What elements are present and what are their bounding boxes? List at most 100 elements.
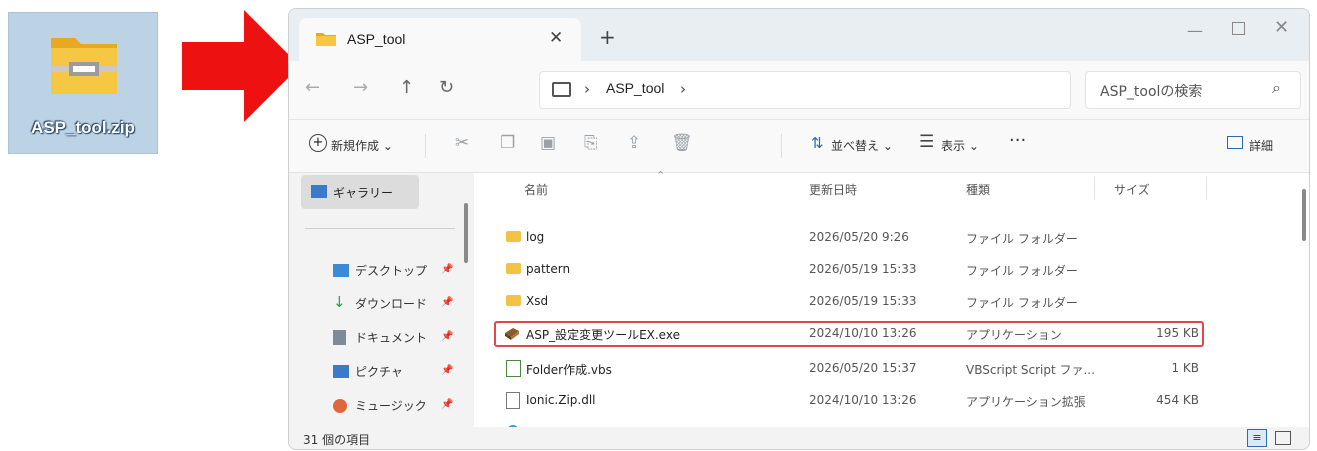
dll-icon [506, 392, 520, 409]
sort-ascending-icon: ⌃ [656, 169, 666, 182]
search-placeholder: ASP_toolの検索 [1100, 84, 1203, 100]
tab-asp-tool[interactable]: ASP_tool ✕ [299, 18, 581, 61]
search-icon: ⌕ [1272, 78, 1281, 97]
details-view-icon[interactable]: ≡ [1247, 429, 1267, 447]
sidebar-item-downloads[interactable]: ダウンロード [355, 295, 427, 312]
pictures-icon [333, 365, 349, 378]
column-header-name[interactable]: 名前 [524, 181, 548, 198]
details-pane-icon[interactable] [1227, 136, 1243, 149]
script-icon [506, 360, 521, 377]
sort-icon[interactable]: ⇅ [811, 134, 824, 152]
gallery-icon [311, 185, 327, 198]
file-type: VBScript Script ファ... [966, 363, 1095, 377]
file-date: 2024/10/10 13:26 [809, 326, 917, 340]
share-icon[interactable]: ⇪ [627, 133, 641, 153]
sort-button[interactable]: 並べ替え ⌄ [831, 137, 893, 154]
file-list: ⌃ 名前 更新日時 種類 サイズ log 2026/05/20 9:26 ファイ… [474, 169, 1309, 435]
back-icon[interactable]: ← [305, 77, 320, 98]
file-type: アプリケーション [966, 328, 1062, 342]
tiles-view-icon[interactable] [1275, 431, 1291, 445]
chevron-right-icon[interactable]: › [584, 80, 590, 98]
column-divider [1094, 177, 1095, 199]
copy-icon[interactable]: ❐ [500, 133, 515, 153]
minimize-icon[interactable]: — [1187, 21, 1203, 40]
sidebar-item-gallery[interactable]: ギャラリー [301, 175, 419, 209]
red-arrow-icon [182, 10, 300, 122]
new-tab-icon[interactable]: + [599, 25, 616, 49]
maximize-icon[interactable] [1232, 22, 1245, 35]
command-bar: + 新規作成 ⌄ ✂ ❐ ▣ ⎘ ⇪ 🗑 ⇅ 並べ替え ⌄ ☰ 表示 ⌄ ···… [289, 119, 1309, 173]
nav-scrollbar[interactable] [464, 203, 468, 263]
folder-icon [506, 231, 521, 242]
tab-close-icon[interactable]: ✕ [549, 28, 563, 48]
new-button[interactable]: 新規作成 ⌄ [331, 137, 393, 154]
address-field[interactable]: › ASP_tool › [539, 71, 1071, 109]
refresh-icon[interactable]: ↻ [439, 77, 454, 98]
file-date: 2026/05/20 15:37 [809, 361, 917, 375]
music-icon [333, 399, 347, 413]
folder-icon [506, 295, 521, 306]
sidebar-item-desktop[interactable]: デスクトップ [355, 262, 427, 279]
tab-label: ASP_tool [347, 31, 406, 47]
column-header-size[interactable]: サイズ [1114, 181, 1150, 198]
sidebar-item-music[interactable]: ミュージック [355, 397, 427, 414]
title-bar: ASP_tool ✕ + — ✕ [289, 9, 1309, 61]
file-explorer-window: ASP_tool ✕ + — ✕ ← → ↑ ↻ › ASP_tool › AS… [288, 8, 1310, 450]
file-type: ファイル フォルダー [966, 232, 1078, 246]
forward-icon[interactable]: → [353, 77, 368, 98]
delete-icon[interactable]: 🗑 [671, 133, 693, 153]
column-divider [1206, 177, 1207, 199]
file-size: 195 KB [1156, 326, 1199, 340]
item-count: 31 個の項目 [303, 433, 371, 447]
this-pc-icon [552, 82, 571, 97]
file-name: Folder作成.vbs [526, 363, 612, 377]
details-button[interactable]: 詳細 [1249, 137, 1273, 154]
paste-icon[interactable]: ▣ [540, 133, 556, 153]
rename-icon[interactable]: ⎘ [584, 133, 598, 153]
file-type: ファイル フォルダー [966, 264, 1078, 278]
file-size: 454 KB [1156, 393, 1199, 407]
desktop-icon [333, 264, 349, 277]
sidebar-item-pictures[interactable]: ピクチャ [355, 363, 403, 380]
sidebar-item-documents[interactable]: ドキュメント [355, 329, 427, 346]
status-bar: 31 個の項目 ≡ [289, 427, 1309, 449]
view-icon[interactable]: ☰ [919, 132, 934, 152]
new-plus-icon[interactable]: + [309, 134, 327, 152]
file-name: Ionic.Zip.dll [526, 393, 596, 407]
document-icon [333, 330, 346, 345]
chevron-right-icon[interactable]: › [680, 80, 686, 98]
search-input[interactable]: ASP_toolの検索 ⌕ [1085, 71, 1301, 109]
address-bar-row: ← → ↑ ↻ › ASP_tool › ASP_toolの検索 ⌕ [289, 61, 1309, 119]
close-window-icon[interactable]: ✕ [1274, 17, 1289, 38]
file-name: Xsd [526, 294, 549, 308]
zip-folder-icon [51, 38, 117, 94]
breadcrumb-asp-tool[interactable]: ASP_tool [606, 80, 664, 96]
sidebar-item-label: ギャラリー [333, 186, 394, 200]
pin-icon: 📌 [441, 264, 454, 275]
up-icon[interactable]: ↑ [399, 77, 414, 98]
pin-icon: 📌 [441, 365, 454, 376]
more-options-icon[interactable]: ··· [1009, 130, 1026, 151]
file-name: pattern [526, 262, 571, 276]
file-name: log [526, 230, 545, 244]
file-date: 2026/05/20 9:26 [809, 230, 909, 244]
file-size: 1 KB [1171, 361, 1199, 375]
column-header-date[interactable]: 更新日時 [809, 181, 857, 198]
pin-icon: 📌 [441, 399, 454, 410]
pin-icon: 📌 [441, 331, 454, 342]
separator [425, 134, 426, 158]
pin-icon: 📌 [441, 297, 454, 308]
file-name: ASP_設定変更ツールEX.exe [526, 328, 680, 342]
column-header-type[interactable]: 種類 [966, 181, 990, 198]
divider [305, 228, 455, 229]
desktop-zip-file[interactable]: ASP_tool.zip [8, 12, 158, 154]
file-list-scrollbar[interactable] [1302, 189, 1306, 241]
navigation-pane: ギャラリー デスクトップ 📌 ↓ ダウンロード 📌 ドキュメント 📌 ピクチャ … [289, 173, 474, 435]
file-type: ファイル フォルダー [966, 296, 1078, 310]
folder-icon [506, 263, 521, 274]
cut-icon[interactable]: ✂ [455, 133, 469, 153]
separator [781, 134, 782, 158]
view-button[interactable]: 表示 ⌄ [941, 137, 979, 154]
file-date: 2026/05/19 15:33 [809, 262, 917, 276]
file-date: 2026/05/19 15:33 [809, 294, 917, 308]
